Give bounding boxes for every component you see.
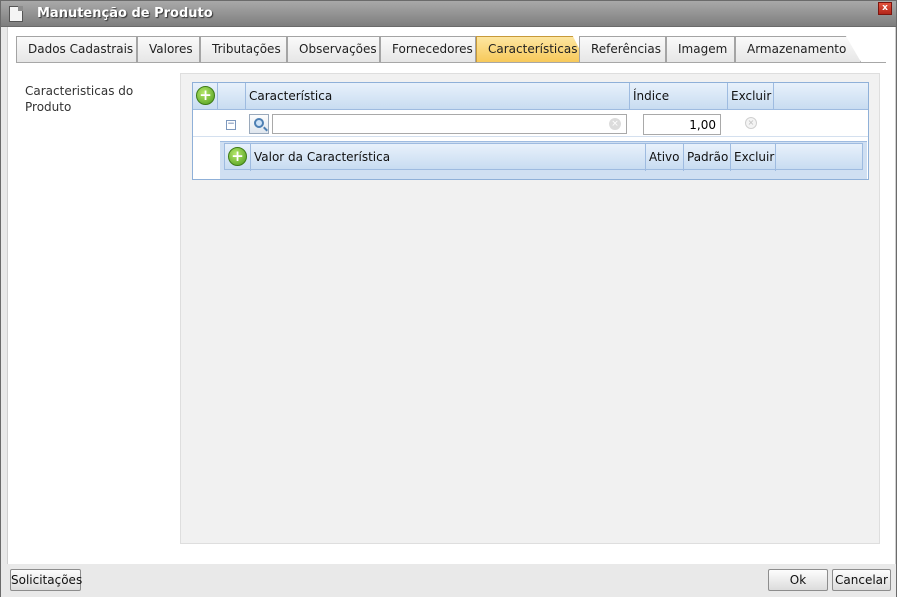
- tab-divider: [16, 62, 886, 63]
- characteristic-input[interactable]: [272, 114, 627, 134]
- title-bar[interactable]: Manutenção de Produto x: [1, 1, 896, 27]
- column-indice[interactable]: Índice: [630, 83, 728, 110]
- product-maintenance-dialog: Manutenção de Produto x Dados Cadastrais…: [0, 0, 897, 597]
- document-icon: [9, 6, 23, 22]
- characteristics-grid: + Característica Índice Excluir − × 1,00…: [192, 82, 869, 180]
- tab-fornecedores[interactable]: Fornecedores: [380, 36, 476, 62]
- sub-add-cell: +: [225, 144, 251, 171]
- dialog-footer: Solicitações Ok Cancelar: [1, 564, 896, 597]
- header-spacer: [219, 83, 246, 110]
- column-sub-excluir[interactable]: Excluir: [731, 144, 776, 171]
- column-excluir[interactable]: Excluir: [728, 83, 774, 110]
- close-button[interactable]: x: [878, 2, 892, 15]
- delete-icon[interactable]: ×: [745, 117, 757, 129]
- tab-bar: Dados Cadastrais Valores Tributações Obs…: [16, 36, 888, 62]
- subgrid-header: + Valor da Característica Ativo Padrão E…: [224, 143, 863, 171]
- values-subgrid: + Valor da Característica Ativo Padrão E…: [220, 141, 867, 179]
- column-caracteristica[interactable]: Característica: [246, 83, 630, 110]
- clear-icon[interactable]: ×: [609, 118, 621, 130]
- solicitacoes-button[interactable]: Solicitações: [10, 569, 82, 591]
- add-characteristic-button[interactable]: +: [196, 86, 215, 105]
- tab-tributacoes[interactable]: Tributações: [200, 36, 287, 62]
- cancel-button[interactable]: Cancelar: [832, 569, 891, 591]
- add-cell: +: [193, 83, 218, 110]
- tab-referencias[interactable]: Referências: [579, 36, 666, 62]
- section-label: Caracteristicas do Produto: [25, 84, 134, 114]
- column-ativo[interactable]: Ativo: [646, 144, 684, 171]
- tab-imagem[interactable]: Imagem: [666, 36, 735, 62]
- collapse-icon[interactable]: −: [226, 120, 236, 130]
- tab-observacoes[interactable]: Observações: [287, 36, 380, 62]
- tab-valores[interactable]: Valores: [137, 36, 200, 62]
- table-row: − × ×: [193, 111, 868, 137]
- add-value-button[interactable]: +: [228, 147, 247, 166]
- search-button[interactable]: [249, 114, 269, 134]
- tab-caracteristicas[interactable]: Características: [476, 36, 586, 62]
- column-padrao[interactable]: Padrão: [684, 144, 731, 171]
- grid-header: + Característica Índice Excluir: [193, 83, 868, 110]
- index-input[interactable]: [643, 114, 721, 135]
- window-title: Manutenção de Produto: [37, 6, 213, 21]
- column-valor[interactable]: Valor da Característica: [251, 144, 646, 171]
- tab-armazenamento[interactable]: Armazenamento: [735, 36, 861, 62]
- dialog-content: Dados Cadastrais Valores Tributações Obs…: [7, 27, 896, 564]
- tab-dados-cadastrais[interactable]: Dados Cadastrais: [16, 36, 137, 62]
- search-icon-handle: [263, 126, 268, 132]
- ok-button[interactable]: Ok: [768, 569, 828, 591]
- characteristics-panel: + Característica Índice Excluir − × 1,00…: [180, 73, 880, 544]
